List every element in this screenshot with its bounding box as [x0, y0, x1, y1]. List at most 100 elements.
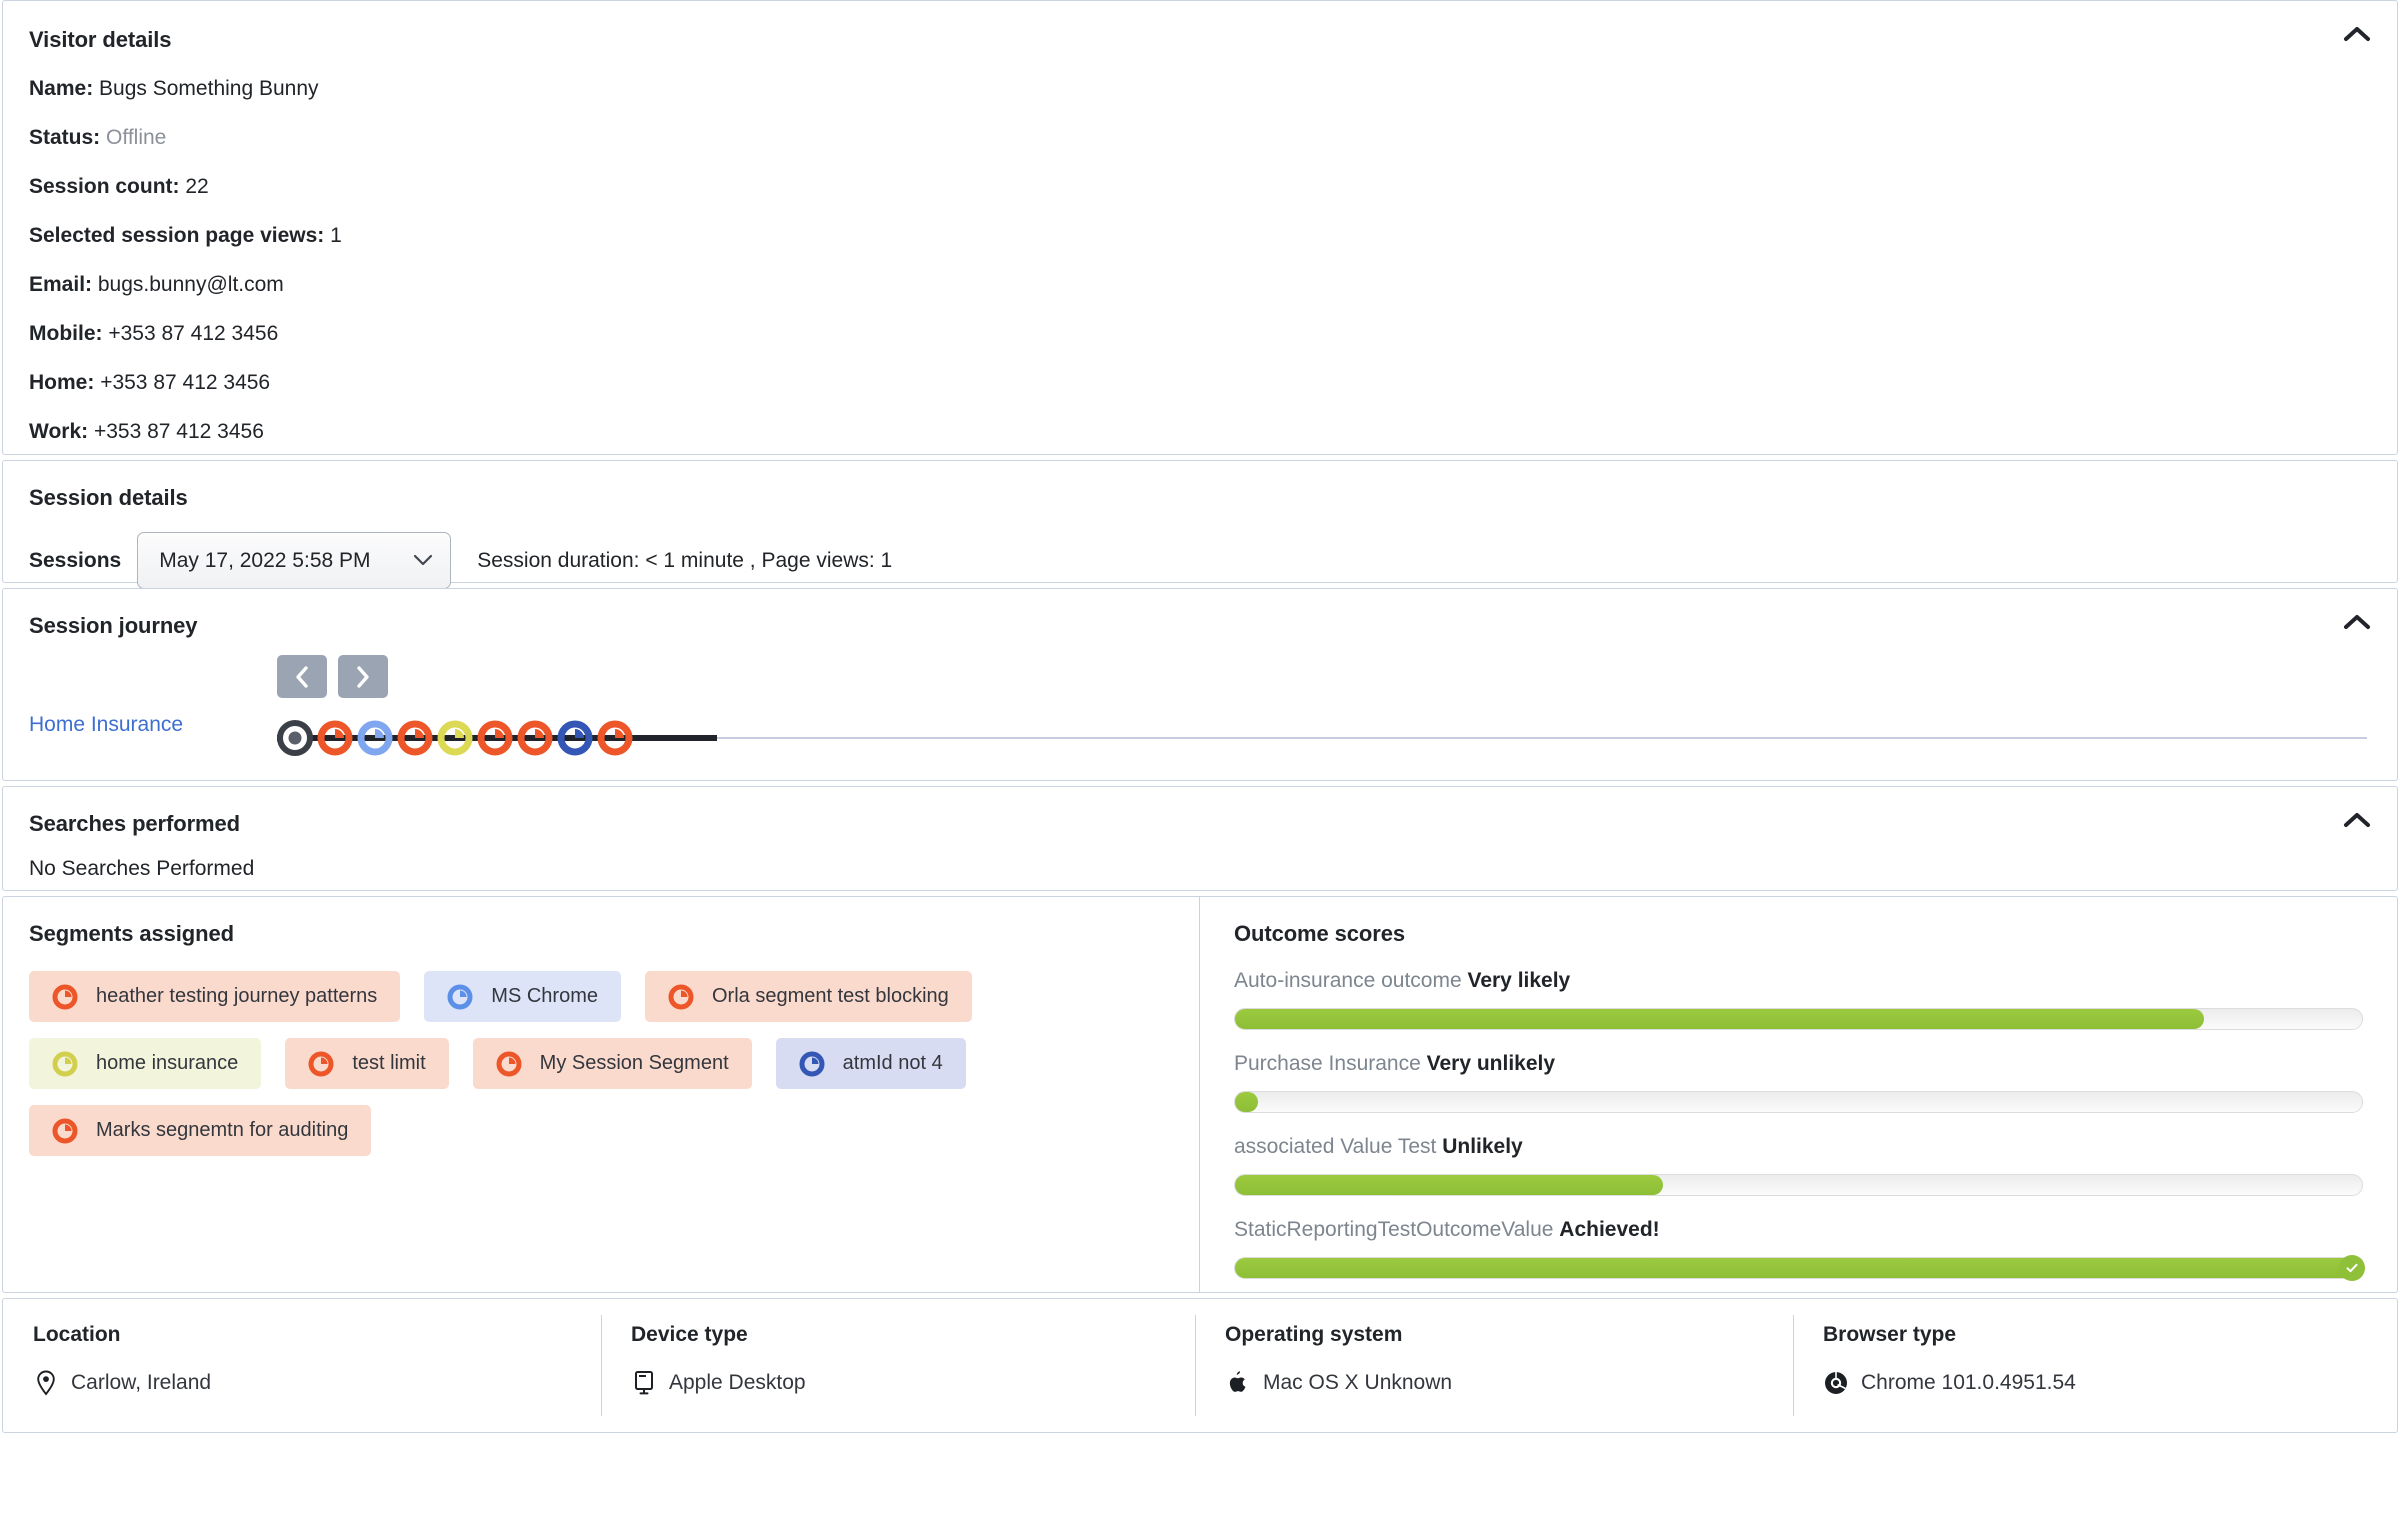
outcome-progress-bar: [1234, 1174, 2363, 1196]
outcome-item: Purchase Insurance Very unlikely: [1234, 1052, 2363, 1113]
searches-empty-text: No Searches Performed: [29, 857, 255, 880]
outcome-label: associated Value Test Unlikely: [1234, 1135, 2363, 1159]
segments-outcomes-card: Segments assigned heather testing journe…: [2, 896, 2398, 1293]
outcome-progress-fill: [1235, 1092, 1258, 1112]
journey-nav-buttons: [277, 655, 2367, 698]
visitor-details-card: Visitor details Name: Bugs Something Bun…: [2, 0, 2398, 455]
outcome-name: associated Value Test: [1234, 1135, 1437, 1158]
segment-chip[interactable]: Orla segment test blocking: [645, 971, 972, 1022]
journey-node[interactable]: [437, 720, 473, 756]
check-circle-icon: [2339, 1255, 2365, 1281]
visitor-field-name: Name: Bugs Something Bunny: [29, 64, 2367, 113]
journey-node[interactable]: [397, 720, 433, 756]
chevron-down-icon: [412, 554, 434, 568]
journey-next-button[interactable]: [338, 655, 388, 698]
meta-cell-operating-system: Operating system Mac OS X Unknown: [1195, 1299, 1793, 1432]
journey-timeline: [277, 655, 2367, 761]
outcome-name: Auto-insurance outcome: [1234, 969, 1462, 992]
session-meta-text: Session duration: < 1 minute , Page view…: [477, 548, 893, 572]
meta-value-operating-system: Mac OS X Unknown: [1225, 1369, 1793, 1397]
session-journey-card: Session journey Home Insurance: [2, 588, 2398, 781]
segment-pie-icon: [52, 984, 78, 1010]
segment-pie-icon: [308, 1051, 334, 1077]
map-pin-icon: [33, 1369, 59, 1397]
meta-text-browser-type: Chrome 101.0.4951.54: [1861, 1371, 2076, 1394]
segment-chip[interactable]: MS Chrome: [424, 971, 621, 1022]
segment-chip[interactable]: heather testing journey patterns: [29, 971, 401, 1022]
outcome-progress-fill: [1235, 1175, 1664, 1195]
outcome-name: Purchase Insurance: [1234, 1052, 1421, 1075]
visitor-field-name-value: Bugs Something Bunny: [99, 77, 319, 100]
visitor-field-email-label: Email:: [29, 273, 93, 296]
journey-node-track: [277, 715, 2367, 761]
outcome-item: associated Value Test Unlikely: [1234, 1135, 2363, 1196]
outcome-label: Purchase Insurance Very unlikely: [1234, 1052, 2363, 1076]
segment-chip-label: heather testing journey patterns: [96, 985, 378, 1007]
visitor-field-home-label: Home:: [29, 371, 95, 394]
outcome-progress-bar: [1234, 1091, 2363, 1113]
searches-performed-title: Searches performed: [29, 811, 240, 836]
segment-chip-label: atmId not 4: [842, 1052, 943, 1074]
visitor-field-work: Work: +353 87 412 3456: [29, 407, 2367, 456]
segment-pie-icon: [799, 1051, 825, 1077]
meta-cell-browser-type: Browser type Chrome 101.0.4951.54: [1793, 1299, 2397, 1432]
outcome-status: Very unlikely: [1426, 1052, 1556, 1075]
segments-assigned-title: Segments assigned: [29, 921, 234, 946]
outcome-progress-fill: [1235, 1009, 2205, 1029]
session-details-title: Session details: [29, 485, 188, 510]
meta-text-location: Carlow, Ireland: [71, 1371, 212, 1394]
journey-node[interactable]: [357, 720, 393, 756]
visitor-field-work-value: +353 87 412 3456: [93, 420, 264, 443]
visitor-field-status: Status: Offline: [29, 113, 2367, 162]
visitor-field-session-count-label: Session count:: [29, 175, 180, 198]
outcome-progress-fill: [1235, 1258, 2362, 1278]
segments-assigned-panel: Segments assigned heather testing journe…: [3, 897, 1199, 1292]
segment-pie-icon: [447, 984, 473, 1010]
outcome-item: Auto-insurance outcome Very likely: [1234, 969, 2363, 1030]
meta-title-operating-system: Operating system: [1225, 1323, 1403, 1346]
journey-page-link[interactable]: Home Insurance: [29, 655, 277, 761]
meta-value-browser-type: Chrome 101.0.4951.54: [1823, 1369, 2397, 1397]
segment-chip[interactable]: My Session Segment: [472, 1038, 752, 1089]
journey-node[interactable]: [517, 720, 553, 756]
outcome-scores-title: Outcome scores: [1234, 921, 1406, 946]
visitor-details-title: Visitor details: [29, 27, 172, 52]
segment-chip-label: home insurance: [96, 1052, 239, 1074]
outcome-scores-panel: Outcome scores Auto-insurance outcome Ve…: [1199, 897, 2397, 1292]
session-details-card: Session details Sessions May 17, 2022 5:…: [2, 460, 2398, 589]
journey-node[interactable]: [477, 720, 513, 756]
outcome-progress-bar: [1234, 1255, 2365, 1281]
session-journey-body: Home Insurance: [29, 655, 2367, 761]
journey-prev-button[interactable]: [277, 655, 327, 698]
session-select[interactable]: May 17, 2022 5:58 PM: [137, 532, 452, 589]
meta-title-device-type: Device type: [631, 1323, 748, 1346]
visitor-field-status-value: Offline: [106, 126, 167, 149]
segment-chip[interactable]: atmId not 4: [775, 1038, 966, 1089]
segment-chip[interactable]: Marks segnemtn for auditing: [29, 1105, 372, 1156]
chevron-up-icon[interactable]: [2343, 809, 2371, 831]
journey-node[interactable]: [557, 720, 593, 756]
segment-chip-label: MS Chrome: [491, 985, 598, 1007]
outcome-label: StaticReportingTestOutcomeValue Achieved…: [1234, 1218, 2363, 1242]
meta-cell-location: Location Carlow, Ireland: [3, 1299, 601, 1432]
meta-value-device-type: Apple Desktop: [631, 1369, 1195, 1397]
meta-text-device-type: Apple Desktop: [669, 1371, 806, 1394]
visitor-field-home: Home: +353 87 412 3456: [29, 358, 2367, 407]
segment-chip[interactable]: test limit: [285, 1038, 449, 1089]
segment-chip[interactable]: home insurance: [29, 1038, 262, 1089]
visitor-field-email: Email: bugs.bunny@lt.com: [29, 260, 2367, 309]
meta-cell-device-type: Device type Apple Desktop: [601, 1299, 1195, 1432]
searches-performed-card: Searches performed No Searches Performed: [2, 786, 2398, 891]
meta-title-browser-type: Browser type: [1823, 1323, 1957, 1346]
segment-pie-icon: [496, 1051, 522, 1077]
chevron-up-icon[interactable]: [2343, 611, 2371, 633]
visitor-field-work-label: Work:: [29, 420, 89, 443]
journey-node-start[interactable]: [277, 720, 313, 756]
journey-node[interactable]: [317, 720, 353, 756]
journey-node[interactable]: [597, 720, 633, 756]
chevron-up-icon[interactable]: [2343, 23, 2371, 45]
segment-chip-label: test limit: [352, 1052, 426, 1074]
outcome-progress-bar: [1234, 1008, 2363, 1030]
visitor-field-mobile: Mobile: +353 87 412 3456: [29, 309, 2367, 358]
outcome-item: StaticReportingTestOutcomeValue Achieved…: [1234, 1218, 2365, 1281]
